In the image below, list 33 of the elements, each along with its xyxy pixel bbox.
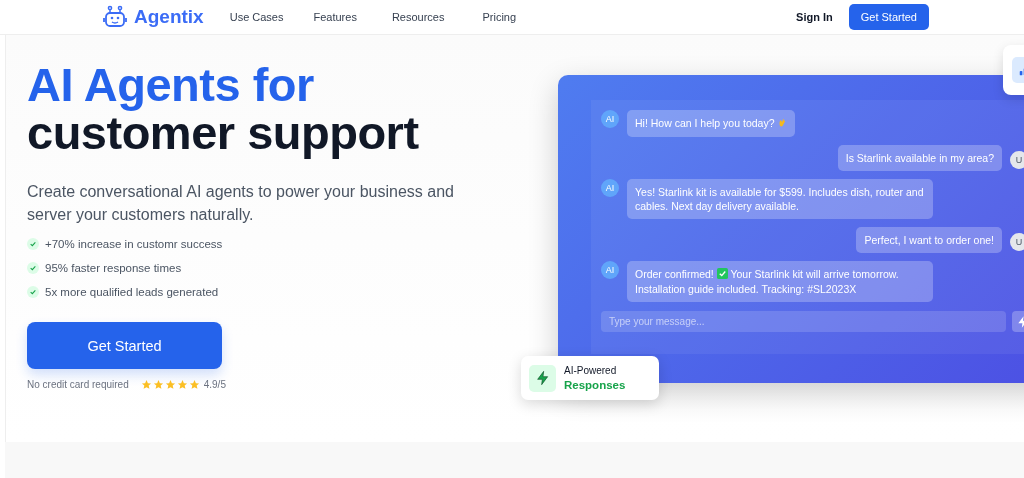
get-started-button[interactable]: Get Started bbox=[27, 322, 222, 369]
lightning-icon bbox=[529, 364, 556, 392]
hero-subtitle: Create conversational AI agents to power your business and server your customers naturally. bbox=[27, 182, 455, 225]
ai-avatar: AI bbox=[601, 261, 619, 279]
sign-in-link[interactable]: Sign In bbox=[796, 11, 833, 23]
badge-label: AI-Powered bbox=[564, 364, 618, 378]
brand-name[interactable]: Agentix bbox=[134, 6, 204, 28]
badge-title: Responses bbox=[564, 378, 626, 392]
check-icon bbox=[716, 268, 728, 282]
robot-logo-icon bbox=[102, 5, 128, 29]
no-credit-card-note: No credit card required bbox=[27, 379, 129, 390]
feature-text: +70% increase in customr success bbox=[45, 238, 223, 250]
nav-link[interactable]: Pricing bbox=[482, 11, 517, 23]
feature-text: 5x more qualified leads generated bbox=[45, 286, 219, 298]
feature-text: 95% faster response times bbox=[45, 262, 182, 274]
message-bubble: Hi! How can I help you today? bbox=[627, 110, 796, 137]
check-icon bbox=[27, 238, 39, 250]
user-avatar: U bbox=[1010, 151, 1024, 169]
check-icon bbox=[27, 262, 39, 274]
nav-link[interactable]: Features bbox=[313, 11, 357, 23]
message-bubble: Yes! Starlink kit is available for $599. Includes dish, router and cables. Next day delivery available. bbox=[627, 179, 933, 219]
message-bubble: Is Starlink available in my area? bbox=[837, 145, 1002, 171]
ai-avatar: AI bbox=[601, 110, 619, 128]
message-bubble: Order confirmed! Your Starlink kit will arrive tomorrow. Installation guide included. Tracking: #SL2023X bbox=[627, 261, 933, 302]
message-bubble: Perfect, I want to order one! bbox=[856, 227, 1002, 253]
user-avatar: U bbox=[1010, 233, 1024, 251]
nav-link[interactable]: Use Cases bbox=[229, 11, 284, 23]
ai-avatar: AI bbox=[601, 179, 619, 197]
nav-link[interactable]: Resources bbox=[391, 11, 445, 23]
get-started-button[interactable]: Get Started bbox=[848, 4, 929, 30]
check-icon bbox=[27, 286, 39, 298]
hero-title: AI Agents for bbox=[27, 61, 315, 109]
rating-value: 4.9/5 bbox=[203, 379, 226, 390]
